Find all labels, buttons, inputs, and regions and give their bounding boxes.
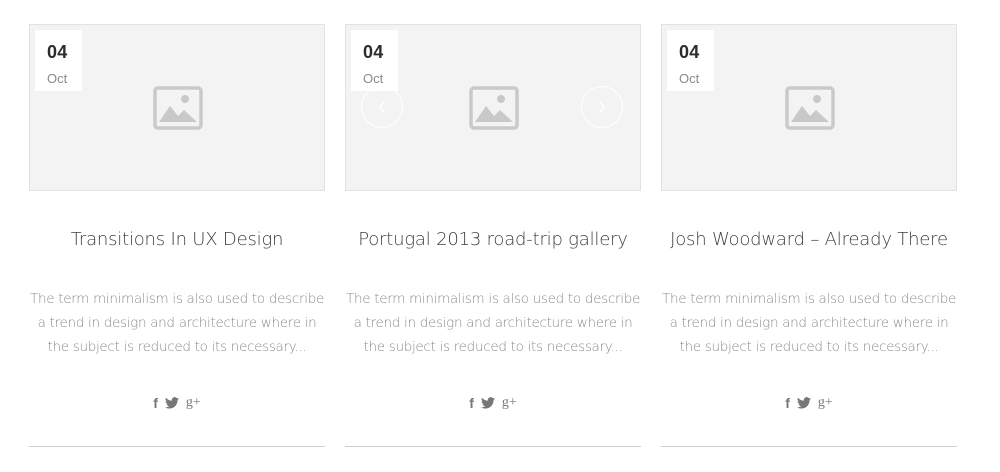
image-placeholder-icon xyxy=(785,86,835,130)
post-card: 04 Oct Transitions In UX Design The term… xyxy=(29,24,325,447)
date-badge: 04 Oct xyxy=(35,30,82,91)
post-title[interactable]: Josh Woodward – Already There xyxy=(661,229,957,250)
post-card: 04 Oct Portugal 2013 road-trip gallery T… xyxy=(345,24,641,447)
share-links: f g+ xyxy=(29,396,325,411)
facebook-icon[interactable]: f xyxy=(785,396,790,410)
excerpt-line: The term minimalism is also used to desc… xyxy=(30,291,324,307)
share-links: f g+ xyxy=(345,396,641,411)
post-card: 04 Oct Josh Woodward – Already There The… xyxy=(661,24,957,447)
excerpt-line: a trend in design and architecture where… xyxy=(353,315,633,331)
image-placeholder-icon xyxy=(153,86,203,130)
post-excerpt: The term minimalism is also used to desc… xyxy=(345,287,641,359)
date-day: 04 xyxy=(679,42,700,62)
divider xyxy=(661,446,957,447)
date-day: 04 xyxy=(363,42,384,62)
divider xyxy=(29,446,325,447)
excerpt-line: The term minimalism is also used to desc… xyxy=(346,291,640,307)
chevron-left-icon xyxy=(379,101,385,113)
post-thumbnail[interactable]: 04 Oct xyxy=(29,24,325,191)
post-thumbnail[interactable]: 04 Oct xyxy=(661,24,957,191)
google-plus-icon[interactable]: g+ xyxy=(186,396,201,410)
post-excerpt: The term minimalism is also used to desc… xyxy=(661,287,957,359)
slider-prev-button[interactable] xyxy=(361,86,403,128)
post-thumbnail[interactable]: 04 Oct xyxy=(345,24,641,191)
google-plus-icon[interactable]: g+ xyxy=(818,396,833,410)
post-excerpt: The term minimalism is also used to desc… xyxy=(29,287,325,359)
excerpt-line: the subject is reduced to its necessary.… xyxy=(679,339,939,355)
post-title[interactable]: Portugal 2013 road-trip gallery xyxy=(345,229,641,250)
excerpt-line: The term minimalism is also used to desc… xyxy=(662,291,956,307)
excerpt-line: a trend in design and architecture where… xyxy=(37,315,317,331)
slider-next-button[interactable] xyxy=(581,86,623,128)
date-month: Oct xyxy=(679,71,700,86)
date-badge: 04 Oct xyxy=(667,30,714,91)
date-month: Oct xyxy=(47,71,68,86)
twitter-icon[interactable] xyxy=(796,397,811,409)
divider xyxy=(345,446,641,447)
image-placeholder-icon xyxy=(469,86,519,130)
date-month: Oct xyxy=(363,71,384,86)
excerpt-line: the subject is reduced to its necessary.… xyxy=(363,339,623,355)
twitter-icon[interactable] xyxy=(480,397,495,409)
excerpt-line: the subject is reduced to its necessary.… xyxy=(47,339,307,355)
excerpt-line: a trend in design and architecture where… xyxy=(669,315,949,331)
twitter-icon[interactable] xyxy=(164,397,179,409)
chevron-right-icon xyxy=(599,101,605,113)
date-badge: 04 Oct xyxy=(351,30,398,91)
facebook-icon[interactable]: f xyxy=(469,396,474,410)
share-links: f g+ xyxy=(661,396,957,411)
facebook-icon[interactable]: f xyxy=(153,396,158,410)
google-plus-icon[interactable]: g+ xyxy=(502,396,517,410)
post-title[interactable]: Transitions In UX Design xyxy=(29,229,325,250)
date-day: 04 xyxy=(47,42,68,62)
